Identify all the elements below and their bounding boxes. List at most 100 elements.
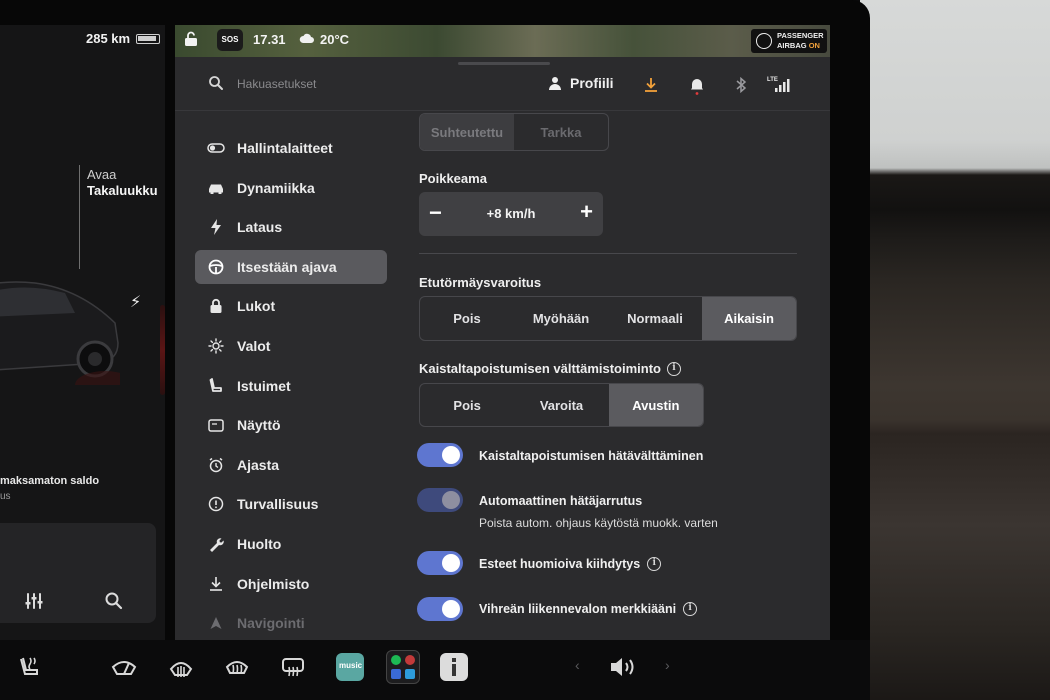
sidebar-item-label: Huolto — [237, 535, 282, 552]
search-icon[interactable] — [104, 591, 124, 616]
amazon-music-app-icon[interactable]: music — [336, 653, 364, 681]
increase-offset-button[interactable]: + — [580, 201, 593, 223]
search-icon[interactable] — [208, 75, 224, 96]
lock-icon — [207, 297, 225, 315]
offset-value: +8 km/h — [486, 206, 536, 221]
forward-collision-selector: Pois Myöhään Normaali Aikaisin — [419, 296, 797, 341]
profile-button[interactable]: Profiili — [548, 75, 614, 91]
seat-heater-icon[interactable] — [18, 655, 42, 685]
emergency-lane-departure-label: Kaistaltapoistumisen hätävälttäminen — [479, 449, 704, 463]
sidebar-item-label: Hallintalaitteet — [237, 140, 333, 156]
fcw-option-off[interactable]: Pois — [420, 297, 514, 340]
info-icon[interactable]: i — [683, 602, 698, 616]
section-divider — [419, 253, 797, 254]
car-icon — [207, 179, 225, 197]
airbag-icon — [756, 33, 772, 49]
volume-down-chevron-icon[interactable]: ‹ — [575, 657, 580, 673]
alarm-clock-icon — [207, 456, 225, 474]
front-defrost-icon[interactable] — [224, 655, 250, 685]
ldw-option-warn[interactable]: Varoita — [514, 384, 608, 426]
sidebar-item-service[interactable]: Huolto — [195, 527, 387, 561]
sidebar-item-lights[interactable]: Valot — [195, 329, 387, 363]
sidebar-item-label: Näyttö — [237, 417, 281, 434]
sun-icon — [207, 337, 225, 355]
automatic-emergency-braking-label: Automaattinen hätäjarrutus — [479, 494, 643, 508]
fcw-option-early[interactable]: Aikaisin — [702, 297, 796, 340]
settings-search-input[interactable]: Hakuasetukset — [237, 77, 316, 91]
sidebar-item-label: Turvallisuus — [237, 496, 319, 513]
airbag-line2: AIRBAG ON — [777, 41, 820, 50]
info-icon[interactable]: i — [667, 361, 681, 376]
sidebar-item-charging[interactable]: Lataus — [195, 210, 387, 244]
sidebar-item-navigation[interactable]: Navigointi — [195, 606, 387, 640]
speed-mode-option-exact[interactable]: Tarkka — [514, 114, 608, 150]
toggle-icon — [207, 139, 225, 157]
release-notes-icon[interactable] — [440, 653, 468, 681]
obstacle-aware-acceleration-row: Esteet huomioiva kiihdytys i — [479, 557, 662, 571]
open-trunk-button[interactable]: Avaa Takaluukku — [87, 167, 158, 199]
range-readout: 285 km — [86, 31, 131, 46]
fcw-option-normal[interactable]: Normaali — [608, 297, 702, 340]
ldw-option-off[interactable]: Pois — [420, 384, 514, 426]
sidebar-item-safety[interactable]: Turvallisuus — [195, 487, 387, 521]
weather-cloud-icon — [299, 32, 315, 47]
sidebar-item-display[interactable]: Näyttö — [195, 408, 387, 442]
download-icon — [207, 575, 225, 593]
sidebar-item-label: Lukot — [237, 298, 276, 315]
car-illustration — [0, 281, 120, 385]
unpaid-balance-label: maksamaton saldo — [0, 475, 100, 487]
unpaid-balance-sub: us — [0, 491, 11, 502]
emergency-lane-departure-toggle[interactable] — [417, 443, 463, 467]
music-app-label: music — [339, 661, 363, 670]
info-icon[interactable]: i — [647, 557, 662, 571]
bolt-icon — [207, 218, 225, 236]
clock-time: 17.31 — [253, 32, 286, 47]
bluetooth-icon[interactable] — [735, 76, 747, 98]
lte-label: LTE — [767, 77, 778, 83]
sidebar-item-label: Lataus — [237, 219, 283, 236]
person-icon — [549, 77, 561, 90]
bell-icon[interactable] — [690, 77, 704, 100]
sidebar-item-seats[interactable]: Istuimet — [195, 369, 387, 403]
speed-mode-option-relative[interactable]: Suhteutettu — [420, 114, 514, 150]
fcw-option-late[interactable]: Myöhään — [514, 297, 608, 340]
sidebar-item-schedule[interactable]: Ajasta — [195, 448, 387, 482]
profile-label: Profiili — [570, 75, 614, 91]
unlocked-icon[interactable] — [184, 31, 198, 50]
volume-icon[interactable] — [608, 655, 638, 685]
volume-up-chevron-icon[interactable]: › — [665, 657, 670, 673]
wiper-icon[interactable] — [110, 655, 138, 685]
wrench-icon — [207, 535, 225, 553]
green-light-chime-row: Vihreän liikennevalon merkkiääni i — [479, 602, 698, 616]
sidebar-item-locks[interactable]: Lukot — [195, 289, 387, 323]
automatic-emergency-braking-toggle[interactable] — [417, 488, 463, 512]
panel-drag-handle[interactable] — [458, 62, 550, 65]
screen-frame: 285 km Avaa Takaluukku ⚡ maksamaton sald… — [0, 0, 1050, 700]
settings-sidebar: Hallintalaitteet Dynamiikka Lataus Itses… — [195, 131, 387, 640]
status-bar: SOS 17.31 20°C PASSENGER AIRBAG ON — [175, 25, 830, 57]
bottom-dock: music ‹ › — [0, 640, 870, 700]
trunk-action-label: Avaa — [87, 167, 117, 182]
download-icon[interactable] — [644, 77, 658, 98]
trunk-label: Takaluukku — [87, 183, 158, 198]
sos-button[interactable]: SOS — [217, 29, 243, 51]
settings-header: Hakuasetukset Profiili LTE — [175, 67, 830, 111]
equalizer-icon[interactable] — [24, 591, 44, 616]
app-launcher-icon[interactable] — [386, 650, 420, 684]
rear-defrost-icon[interactable] — [280, 655, 306, 685]
lane-departure-label: Kaistaltapoistumisen välttämistoiminto — [419, 361, 661, 376]
ldw-option-assist[interactable]: Avustin — [608, 384, 703, 426]
display-icon — [207, 416, 225, 434]
info-circle-icon — [207, 495, 225, 513]
sidebar-item-dynamics[interactable]: Dynamiikka — [195, 171, 387, 205]
sidebar-item-controls[interactable]: Hallintalaitteet — [195, 131, 387, 165]
green-light-chime-toggle[interactable] — [417, 597, 463, 621]
offset-label: Poikkeama — [419, 171, 487, 186]
defrost-icon[interactable] — [168, 655, 194, 685]
obstacle-aware-acceleration-toggle[interactable] — [417, 551, 463, 575]
sidebar-item-software[interactable]: Ohjelmisto — [195, 567, 387, 601]
battery-icon — [136, 34, 160, 44]
outside-temperature: 20°C — [320, 32, 350, 47]
sidebar-item-autopilot[interactable]: Itsestään ajava — [195, 249, 387, 284]
sidebar-item-label: Itsestään ajava — [237, 258, 337, 275]
